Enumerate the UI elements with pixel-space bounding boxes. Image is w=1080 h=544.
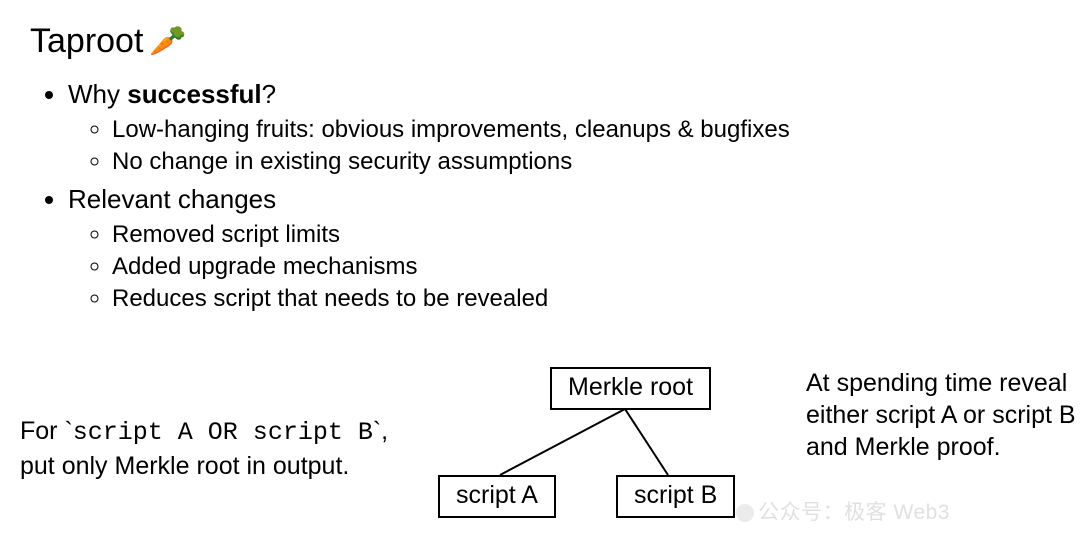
bullet-list: Why successful? Low-hanging fruits: obvi… — [68, 79, 1050, 313]
code-text: script A OR script B — [73, 418, 373, 447]
sub-item: No change in existing security assumptio… — [112, 148, 1050, 176]
sub-item: Reduces script that needs to be revealed — [112, 285, 1050, 313]
carrot-icon: 🥕 — [149, 27, 186, 57]
bottom-section: For `script A OR script B`, put only Mer… — [0, 357, 1080, 532]
sub-item: Low-hanging fruits: obvious improvements… — [112, 116, 1050, 144]
tree-node-root: Merkle root — [550, 367, 711, 410]
text: Relevant changes — [68, 184, 276, 214]
page-title: Taproot — [30, 22, 143, 61]
title-row: Taproot 🥕 — [30, 22, 1050, 61]
sub-list: Removed script limits Added upgrade mech… — [112, 221, 1050, 313]
sub-item: Added upgrade mechanisms — [112, 253, 1050, 281]
bullet-relevant-changes: Relevant changes Removed script limits A… — [68, 184, 1050, 313]
tree-node-leaf-b: script B — [616, 475, 735, 518]
tree-node-leaf-a: script A — [438, 475, 556, 518]
right-caption: At spending time reveal either script A … — [806, 367, 1076, 463]
bullet-why-successful: Why successful? Low-hanging fruits: obvi… — [68, 79, 1050, 176]
text: Why — [68, 79, 127, 109]
sub-list: Low-hanging fruits: obvious improvements… — [112, 116, 1050, 176]
slide: Taproot 🥕 Why successful? Low-hanging fr… — [0, 0, 1080, 544]
merkle-tree-diagram: Merkle root script A script B — [420, 367, 800, 527]
text-strong: successful — [127, 79, 261, 109]
text: ? — [262, 79, 276, 109]
sub-item: Removed script limits — [112, 221, 1050, 249]
text: For ` — [20, 417, 73, 445]
left-caption: For `script A OR script B`, put only Mer… — [20, 415, 400, 482]
